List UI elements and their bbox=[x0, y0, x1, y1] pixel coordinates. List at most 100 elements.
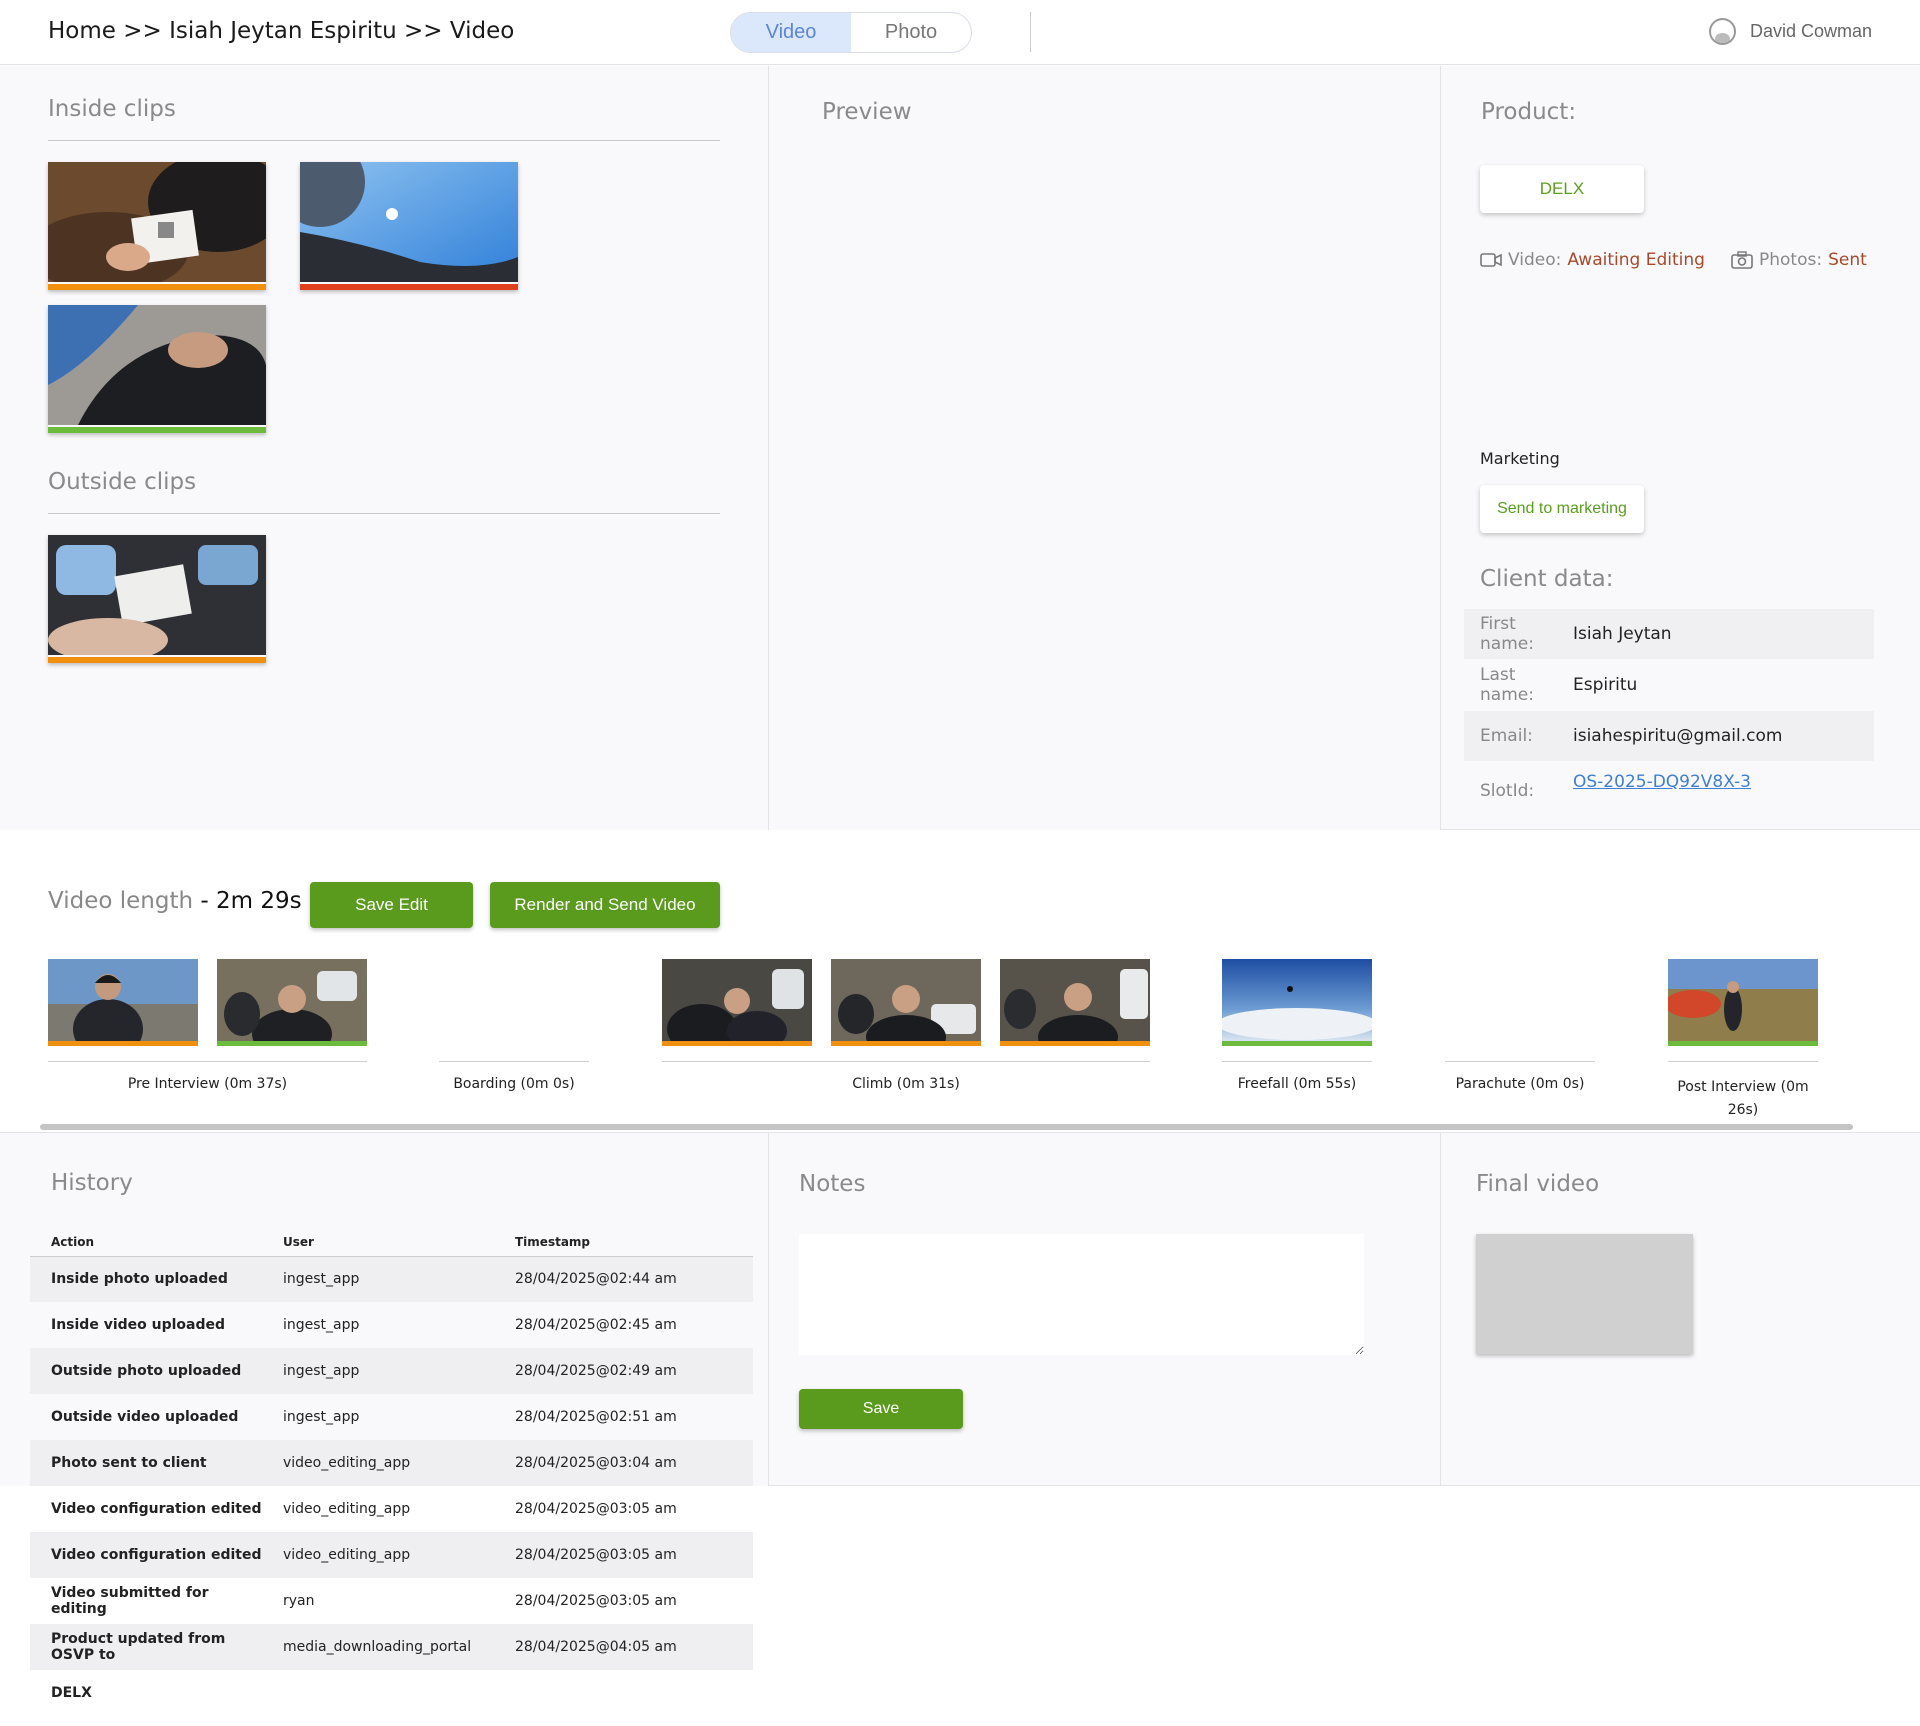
video-status-value: Awaiting Editing bbox=[1567, 250, 1705, 270]
segment-timeline bbox=[439, 1061, 589, 1062]
segment-clip[interactable] bbox=[831, 959, 981, 1047]
notes-textarea[interactable] bbox=[799, 1234, 1364, 1355]
client-data-title: Client data: bbox=[1480, 566, 1614, 592]
history-timestamp: 28/04/2025@03:05 am bbox=[515, 1501, 677, 1517]
client-field-value: Espiritu bbox=[1573, 675, 1638, 695]
top-header: Home >> Isiah Jeytan Espiritu >> Video V… bbox=[0, 0, 1920, 65]
inside-clip-1[interactable] bbox=[48, 162, 266, 290]
clip-status-bar bbox=[48, 1041, 198, 1046]
product-delx-button[interactable]: DELX bbox=[1480, 165, 1644, 213]
history-user: ingest_app bbox=[262, 1348, 494, 1394]
history-table: Action User Timestamp Inside photo uploa… bbox=[30, 1228, 753, 1716]
notes-panel: Notes Save bbox=[768, 1132, 1440, 1486]
segment-timeline bbox=[1445, 1061, 1595, 1062]
inside-clips-divider bbox=[48, 140, 720, 141]
segment-clip[interactable] bbox=[217, 959, 367, 1047]
segment-clip[interactable] bbox=[1668, 959, 1818, 1047]
outside-clips-title: Outside clips bbox=[48, 469, 197, 495]
video-camera-icon bbox=[1480, 253, 1502, 267]
table-row: Photo sent to client video_editing_app 28/… bbox=[30, 1440, 753, 1486]
segment-label: Pre Interview (0m 37s) bbox=[127, 1076, 288, 1092]
tab-photo[interactable]: Photo bbox=[851, 13, 971, 52]
user-name: David Cowman bbox=[1749, 21, 1872, 41]
history-user: ryan bbox=[283, 1593, 315, 1609]
segment-clip[interactable] bbox=[48, 959, 198, 1047]
tab-video[interactable]: Video bbox=[731, 13, 851, 52]
client-field-key: SlotId: bbox=[1480, 781, 1535, 801]
clip-status-bar bbox=[1222, 1041, 1372, 1046]
clip-thumbnail-image bbox=[1000, 959, 1150, 1041]
client-field-value: Isiah Jeytan bbox=[1573, 624, 1672, 644]
slot-id-link[interactable]: OS-2025-DQ92V8X-3 bbox=[1573, 772, 1751, 792]
clip-thumbnail-image bbox=[48, 162, 266, 282]
notes-save-button[interactable]: Save bbox=[799, 1389, 963, 1429]
clip-thumbnail-image bbox=[217, 959, 367, 1041]
history-action: Photo sent to client bbox=[30, 1440, 262, 1486]
clip-thumbnail-image bbox=[831, 959, 981, 1041]
video-length-value: - 2m 29s bbox=[200, 888, 302, 914]
final-video-title: Final video bbox=[1476, 1171, 1600, 1197]
render-and-send-button[interactable]: Render and Send Video bbox=[490, 882, 720, 928]
segment-timeline bbox=[662, 1061, 1150, 1062]
history-user: ingest_app bbox=[283, 1317, 360, 1333]
inside-clip-2[interactable] bbox=[300, 162, 518, 290]
history-col-timestamp: Timestamp bbox=[494, 1228, 753, 1257]
clip-thumbnail-image bbox=[1668, 959, 1818, 1041]
inside-clip-3[interactable] bbox=[48, 305, 266, 433]
clip-status-bar bbox=[831, 1041, 981, 1046]
clip-status-bar bbox=[48, 284, 266, 290]
segment-clip[interactable] bbox=[1000, 959, 1150, 1047]
clip-status-bar bbox=[1000, 1041, 1150, 1046]
final-video-placeholder[interactable] bbox=[1476, 1234, 1693, 1354]
clip-status-bar bbox=[300, 284, 518, 290]
inside-clips-title: Inside clips bbox=[48, 96, 176, 122]
history-user: ingest_app bbox=[283, 1409, 360, 1425]
history-user: media_downloading_portal bbox=[262, 1624, 494, 1670]
clip-thumbnail-image bbox=[48, 305, 266, 425]
media-type-toggle[interactable]: Video Photo bbox=[730, 12, 972, 53]
marketing-label: Marketing bbox=[1480, 449, 1560, 468]
history-action: Inside photo uploaded bbox=[30, 1256, 262, 1302]
client-field-key: Email: bbox=[1480, 726, 1533, 746]
timeline-scrollbar[interactable] bbox=[40, 1124, 1853, 1130]
history-user: video_editing_app bbox=[262, 1532, 494, 1578]
client-row-slot-id: SlotId: OS-2025-DQ92V8X-3 bbox=[1464, 762, 1874, 812]
history-timestamp: 28/04/2025@02:51 am bbox=[515, 1409, 677, 1425]
history-action: Video submitted for editing bbox=[51, 1585, 209, 1617]
history-action: Video configuration edited bbox=[51, 1501, 262, 1517]
history-title: History bbox=[51, 1170, 133, 1196]
send-to-marketing-button[interactable]: Send to marketing bbox=[1480, 485, 1644, 533]
history-timestamp: 28/04/2025@02:45 am bbox=[515, 1317, 677, 1333]
avatar-icon bbox=[1708, 18, 1736, 45]
client-field-key: Last name: bbox=[1480, 665, 1534, 705]
history-action: Outside photo uploaded bbox=[30, 1348, 262, 1394]
history-action: Outside video uploaded bbox=[51, 1409, 239, 1425]
history-user: video_editing_app bbox=[283, 1501, 411, 1517]
clip-thumbnail-image bbox=[662, 959, 812, 1041]
segment-label: Freefall (0m 55s) bbox=[1237, 1076, 1357, 1092]
header-divider bbox=[1030, 12, 1031, 52]
clip-thumbnail-image bbox=[300, 162, 518, 282]
breadcrumb[interactable]: Home >> Isiah Jeytan Espiritu >> Video bbox=[48, 18, 514, 44]
table-row: Product updated from OSVP to media_downlo… bbox=[30, 1624, 753, 1670]
history-timestamp: 28/04/2025@03:05 am bbox=[494, 1532, 753, 1578]
history-timestamp: 28/04/2025@02:44 am bbox=[494, 1256, 753, 1302]
table-row: Video configuration edited video_editing_… bbox=[30, 1532, 753, 1578]
outside-clip-1[interactable] bbox=[48, 535, 266, 663]
final-video-panel: Final video bbox=[1440, 1132, 1920, 1486]
video-status: Video: Awaiting Editing bbox=[1480, 250, 1705, 270]
notes-title: Notes bbox=[799, 1171, 866, 1197]
clips-panel: Inside clips Outside clips bbox=[0, 66, 768, 830]
history-timestamp: 28/04/2025@03:05 am bbox=[515, 1593, 677, 1609]
user-menu[interactable]: David Cowman bbox=[1708, 18, 1872, 45]
history-header-row: Action User Timestamp bbox=[30, 1228, 753, 1257]
video-status-label: Video: bbox=[1508, 250, 1562, 270]
history-action: DELX bbox=[51, 1685, 92, 1701]
client-field-value: isiahespiritu@gmail.com bbox=[1573, 726, 1783, 746]
history-action: Video configuration edited bbox=[30, 1532, 262, 1578]
clip-status-bar bbox=[48, 657, 266, 663]
segment-clip[interactable] bbox=[662, 959, 812, 1047]
segment-clip[interactable] bbox=[1222, 959, 1372, 1047]
save-edit-button[interactable]: Save Edit bbox=[310, 882, 473, 928]
table-row: Outside video uploaded ingest_app 28/04/20… bbox=[30, 1394, 753, 1440]
